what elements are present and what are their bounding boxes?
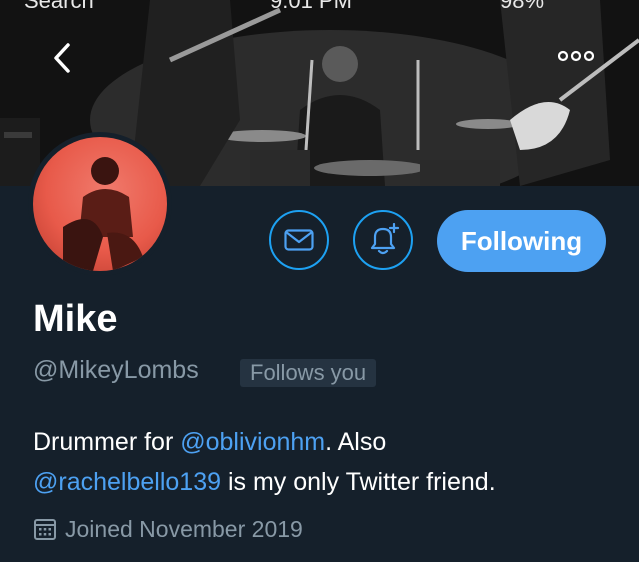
more-options-button[interactable] (552, 40, 600, 72)
carrier-label: Search (24, 0, 94, 13)
follows-you-badge: Follows you (240, 359, 377, 387)
joined-date: Joined November 2019 (33, 513, 303, 545)
joined-label: Joined November 2019 (65, 515, 303, 542)
bell-plus-icon (370, 223, 400, 255)
more-horizontal-icon (558, 50, 594, 62)
status-time: 9:01 PM (270, 0, 352, 13)
calendar-icon (33, 517, 57, 541)
envelope-icon (284, 229, 314, 251)
bio-text: is my only Twitter friend. (221, 468, 496, 496)
bio-text: . Also (325, 428, 387, 456)
following-button[interactable]: Following (437, 210, 606, 272)
back-button[interactable] (42, 36, 82, 80)
avatar-image (33, 137, 167, 271)
mention-link-oblivionhm[interactable]: @oblivionhm (180, 428, 325, 456)
mention-link-rachelbello139[interactable]: @rachelbello139 (33, 468, 221, 496)
display-name: Mike (33, 298, 118, 340)
chevron-left-icon (54, 43, 70, 73)
bio-text: Drummer for (33, 428, 181, 456)
profile-avatar[interactable] (28, 132, 172, 276)
battery-label: 98% (500, 0, 545, 13)
profile-bio: Drummer for @oblivionhm. Also @rachelbel… (33, 422, 623, 502)
message-button[interactable] (269, 210, 329, 270)
notifications-button[interactable] (353, 210, 413, 270)
user-handle: @MikeyLombs (33, 356, 199, 384)
status-bar: Search 9:01 PM 98% (0, 0, 639, 13)
